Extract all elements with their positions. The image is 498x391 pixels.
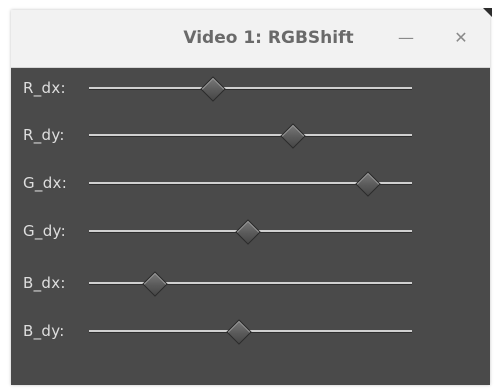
slider-row-b-dx: B_dx:: [11, 263, 490, 303]
slider-label: R_dx:: [23, 79, 66, 97]
slider-row-g-dy: G_dy:: [11, 211, 490, 251]
slider-label: G_dx:: [23, 174, 68, 192]
slider-label: G_dy:: [23, 222, 66, 240]
slider-track[interactable]: [89, 134, 412, 137]
slider-thumb[interactable]: [235, 219, 261, 245]
slider-track[interactable]: [89, 87, 412, 90]
slider-label: B_dy:: [23, 322, 65, 340]
minimize-icon: —: [398, 28, 414, 47]
slider-track[interactable]: [89, 282, 412, 285]
slider-label: R_dy:: [23, 126, 65, 144]
minimize-button[interactable]: —: [392, 24, 420, 52]
corner-decoration: [483, 8, 492, 17]
slider-thumb[interactable]: [280, 123, 307, 149]
g-dy-slider[interactable]: [89, 211, 412, 251]
g-dx-slider[interactable]: [89, 163, 412, 203]
slider-label: B_dx:: [23, 274, 66, 292]
close-button[interactable]: ✕: [447, 24, 475, 52]
slider-thumb[interactable]: [200, 76, 226, 102]
window-title-text: Video 1: RGBShift: [183, 28, 354, 48]
slider-thumb[interactable]: [225, 319, 252, 345]
slider-thumb[interactable]: [355, 171, 381, 197]
b-dy-slider[interactable]: [89, 311, 412, 351]
slider-row-b-dy: B_dy:: [11, 311, 490, 351]
r-dx-slider[interactable]: [89, 68, 412, 108]
slider-row-g-dx: G_dx:: [11, 163, 490, 203]
slider-thumb[interactable]: [141, 271, 168, 297]
slider-row-r-dy: R_dy:: [11, 115, 490, 155]
title-bar[interactable]: Video 1: RGBShift — ✕: [11, 10, 490, 68]
slider-row-r-dx: R_dx:: [11, 68, 490, 108]
r-dy-slider[interactable]: [89, 115, 412, 155]
rgbshift-window: Video 1: RGBShift — ✕ R_dx: R_dy: G_dx:: [11, 8, 492, 385]
close-icon: ✕: [454, 28, 468, 47]
b-dx-slider[interactable]: [89, 263, 412, 303]
